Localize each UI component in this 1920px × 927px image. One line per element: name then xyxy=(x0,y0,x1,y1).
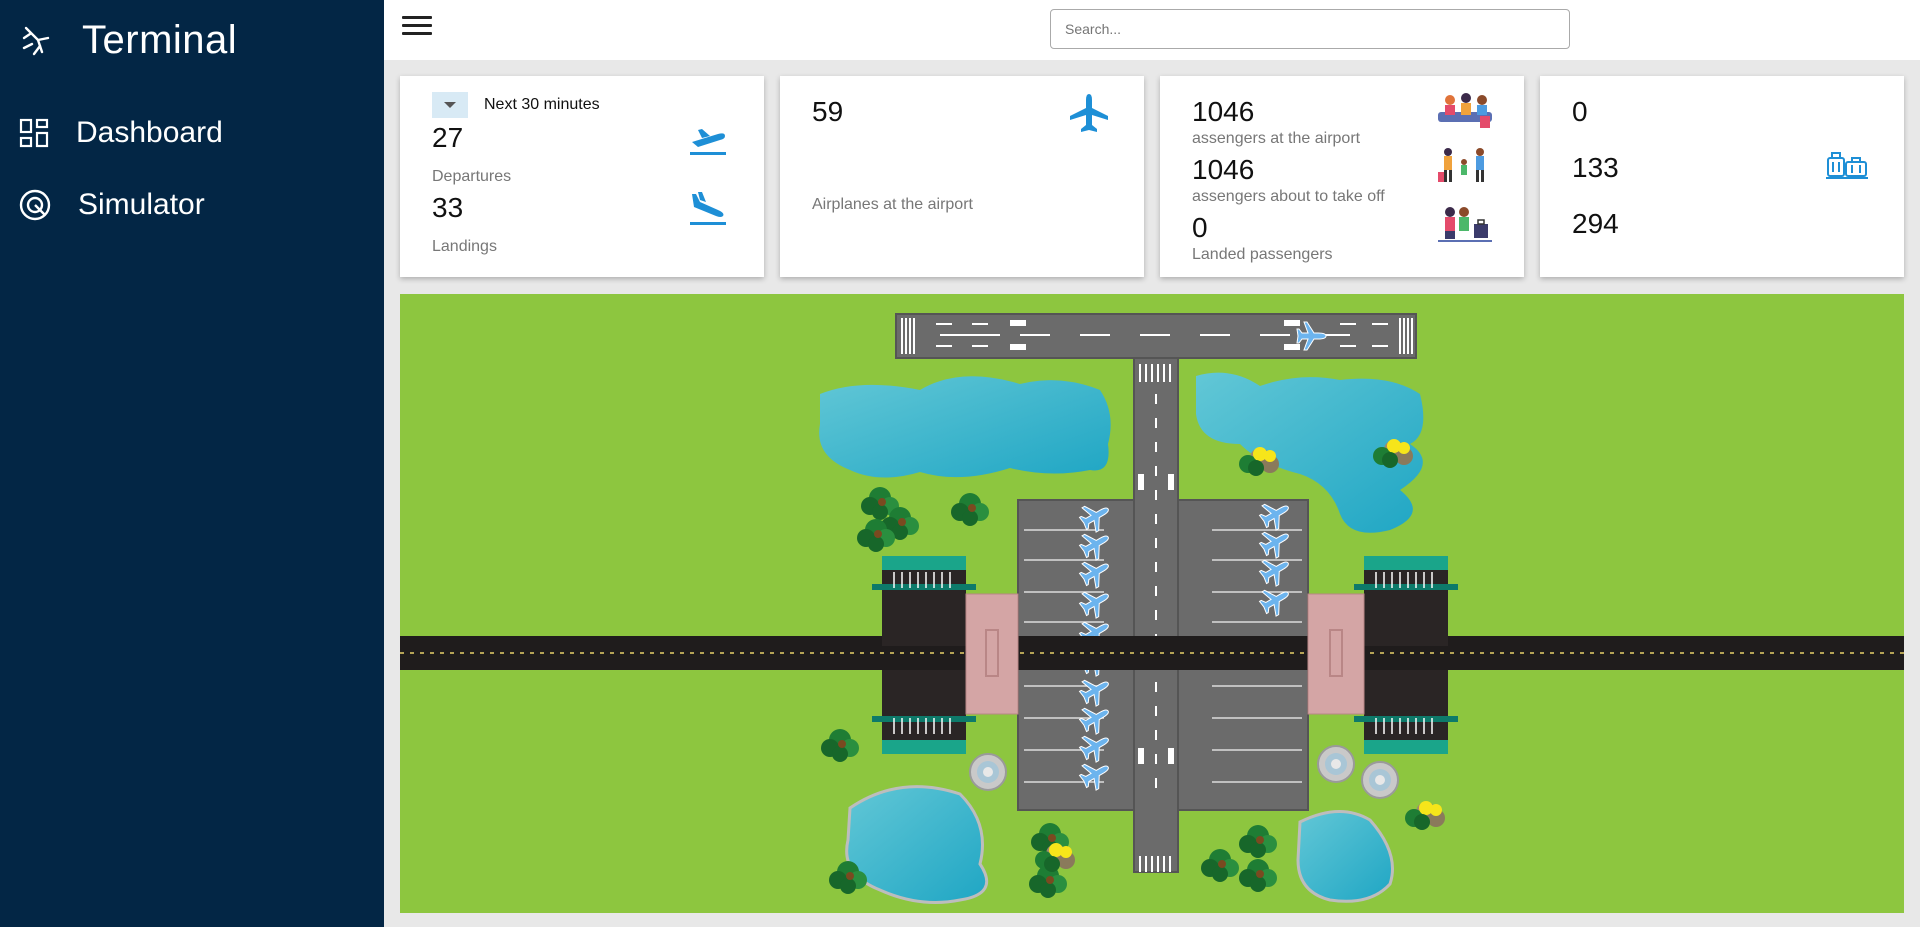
airport-map-illustration xyxy=(400,313,1904,904)
airplane-logo-icon xyxy=(22,26,50,55)
time-filter-label: Next 30 minutes xyxy=(484,96,600,113)
topbar xyxy=(384,0,1920,60)
luggage-card: 0 133 294 xyxy=(1540,76,1904,277)
sidebar-item-label: Dashboard xyxy=(76,116,223,149)
flights-card: Next 30 minutes 27 Departures 33 Landing… xyxy=(400,76,764,277)
time-filter-dropdown[interactable] xyxy=(432,92,468,118)
sidebar-item-label: Simulator xyxy=(78,188,205,221)
departures-count: 27 xyxy=(432,122,464,153)
luggage-icon xyxy=(1826,152,1868,179)
sidebar-item-dashboard[interactable]: Dashboard xyxy=(18,116,223,150)
luggage-value-1: 0 xyxy=(1572,96,1588,127)
airplane-icon xyxy=(1070,94,1108,132)
search-input[interactable] xyxy=(1050,9,1570,49)
landed-passengers-count: 0 xyxy=(1192,212,1208,243)
landings-label: Landings xyxy=(432,238,497,255)
flight-land-icon xyxy=(690,192,726,225)
sidebar: Terminal Dashboard Simulator xyxy=(0,0,384,927)
passengers-waiting-illustration xyxy=(1438,93,1492,128)
departures-label: Departures xyxy=(432,168,512,185)
landed-passengers-label: Landed passengers xyxy=(1192,246,1333,263)
flight-takeoff-icon xyxy=(690,129,726,155)
family-travelers-illustration xyxy=(1438,148,1484,182)
sidebar-item-simulator[interactable]: Simulator xyxy=(18,188,205,222)
passengers-takeoff-label: assengers about to take off xyxy=(1192,188,1385,205)
passengers-at-airport-count: 1046 xyxy=(1192,96,1255,127)
simulator-icon xyxy=(19,189,51,221)
passengers-at-airport-label: assengers at the airport xyxy=(1192,130,1361,147)
airport-map xyxy=(400,294,1904,913)
landed-passengers-illustration xyxy=(1438,207,1492,242)
dashboard-icon xyxy=(19,118,49,148)
airplanes-card: 59 Airplanes at the airport xyxy=(780,76,1144,277)
app-title: Terminal xyxy=(82,18,238,62)
airplanes-count: 59 xyxy=(812,96,844,127)
luggage-value-2: 133 xyxy=(1572,152,1619,183)
brand[interactable]: Terminal xyxy=(20,18,237,63)
passengers-card: 1046 assengers at the airport 1046 assen… xyxy=(1160,76,1524,277)
menu-icon[interactable] xyxy=(402,16,432,42)
passengers-takeoff-count: 1046 xyxy=(1192,154,1255,185)
landings-count: 33 xyxy=(432,192,464,223)
airplanes-label: Airplanes at the airport xyxy=(812,196,973,213)
luggage-value-3: 294 xyxy=(1572,208,1619,239)
